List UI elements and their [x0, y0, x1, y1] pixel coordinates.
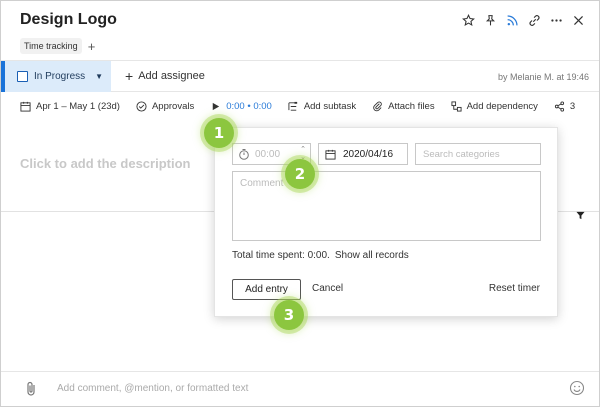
date-range-label: Apr 1 – May 1 (23d) — [36, 101, 120, 112]
cancel-button[interactable]: Cancel — [312, 283, 343, 294]
add-entry-button[interactable]: Add entry — [232, 279, 301, 300]
show-all-records-link[interactable]: Show all records — [335, 250, 409, 261]
chevron-down-icon: ▼ — [95, 72, 104, 81]
status-checkbox[interactable] — [17, 71, 28, 82]
add-subtask-button[interactable]: Add subtask — [288, 101, 356, 112]
add-assignee-button[interactable]: + Add assignee — [125, 69, 205, 83]
time-tracker-value: 0:00 • 0:00 — [226, 101, 272, 112]
share-icon — [554, 101, 564, 112]
attach-comment-icon[interactable] — [25, 381, 37, 402]
plus-icon: + — [125, 68, 134, 84]
time-tracker-button[interactable]: 0:00 • 0:00 — [210, 101, 272, 112]
description-placeholder[interactable]: Click to add the description — [20, 156, 190, 171]
comment-input[interactable]: Add comment, @mention, or formatted text — [57, 383, 248, 394]
calendar-icon — [325, 149, 336, 160]
pin-icon[interactable] — [479, 11, 501, 29]
status-dropdown[interactable]: In Progress ▼ — [1, 61, 111, 92]
category-search-input[interactable]: Search categories — [415, 143, 541, 165]
task-title[interactable]: Design Logo — [20, 11, 117, 29]
attach-files-label: Attach files — [388, 101, 435, 112]
divider — [1, 211, 216, 212]
date-input-value: 2020/04/16 — [343, 148, 394, 160]
paperclip-icon — [373, 101, 382, 112]
calendar-icon — [20, 101, 31, 112]
reset-timer-button[interactable]: Reset timer — [489, 283, 540, 294]
time-input-placeholder: 00:00 — [255, 148, 281, 160]
add-dependency-button[interactable]: Add dependency — [451, 101, 538, 112]
approvals-label: Approvals — [151, 101, 195, 112]
add-tag-button[interactable]: + — [88, 40, 96, 53]
comment-textarea[interactable]: Comment — [232, 171, 541, 241]
step-callout-3: 3 — [274, 300, 304, 330]
close-icon[interactable] — [567, 11, 589, 29]
total-time-row: Total time spent: 0:00. Show all records — [232, 250, 409, 261]
step-callout-1: 1 — [204, 118, 234, 148]
tag-row: Time tracking + — [20, 38, 95, 54]
link-icon[interactable] — [523, 11, 545, 29]
status-label: In Progress — [34, 71, 86, 82]
author-byline: by Melanie M. at 19:46 — [497, 72, 589, 82]
tag-time-tracking[interactable]: Time tracking — [20, 38, 82, 54]
check-circle-icon — [136, 101, 147, 112]
add-subtask-label: Add subtask — [303, 101, 357, 112]
date-input[interactable]: 2020/04/16 — [318, 143, 408, 165]
header-actions — [457, 11, 589, 29]
dependency-icon — [451, 101, 462, 112]
step-callout-2: 2 — [285, 159, 315, 189]
filter-icon[interactable] — [576, 207, 585, 225]
date-range-button[interactable]: Apr 1 – May 1 (23d) — [20, 101, 120, 112]
approvals-button[interactable]: Approvals — [136, 101, 194, 112]
status-row: In Progress ▼ + Add assignee by Melanie … — [1, 60, 599, 92]
emoji-icon[interactable] — [569, 380, 585, 401]
comment-bar: Add comment, @mention, or formatted text — [1, 371, 599, 406]
share-button[interactable]: 3 — [554, 101, 575, 112]
more-icon[interactable] — [545, 11, 567, 29]
task-toolbar: Apr 1 – May 1 (23d) Approvals 0:00 • 0:0… — [20, 101, 591, 112]
play-icon — [212, 102, 220, 111]
rss-icon[interactable] — [501, 11, 523, 29]
total-time-text: Total time spent: 0:00. — [232, 250, 330, 261]
share-count: 3 — [569, 101, 576, 112]
subtask-icon — [288, 101, 297, 111]
time-entry-popover: 00:00 ⌃ ⌄ 2020/04/16 Search categories Co… — [214, 127, 558, 317]
star-icon[interactable] — [457, 11, 479, 29]
attach-files-button[interactable]: Attach files — [372, 101, 435, 112]
stopwatch-icon — [239, 149, 249, 160]
task-window: Design Logo Time tracking + In Progress … — [0, 0, 600, 407]
add-dependency-label: Add dependency — [466, 101, 538, 112]
add-assignee-label: Add assignee — [138, 70, 205, 82]
